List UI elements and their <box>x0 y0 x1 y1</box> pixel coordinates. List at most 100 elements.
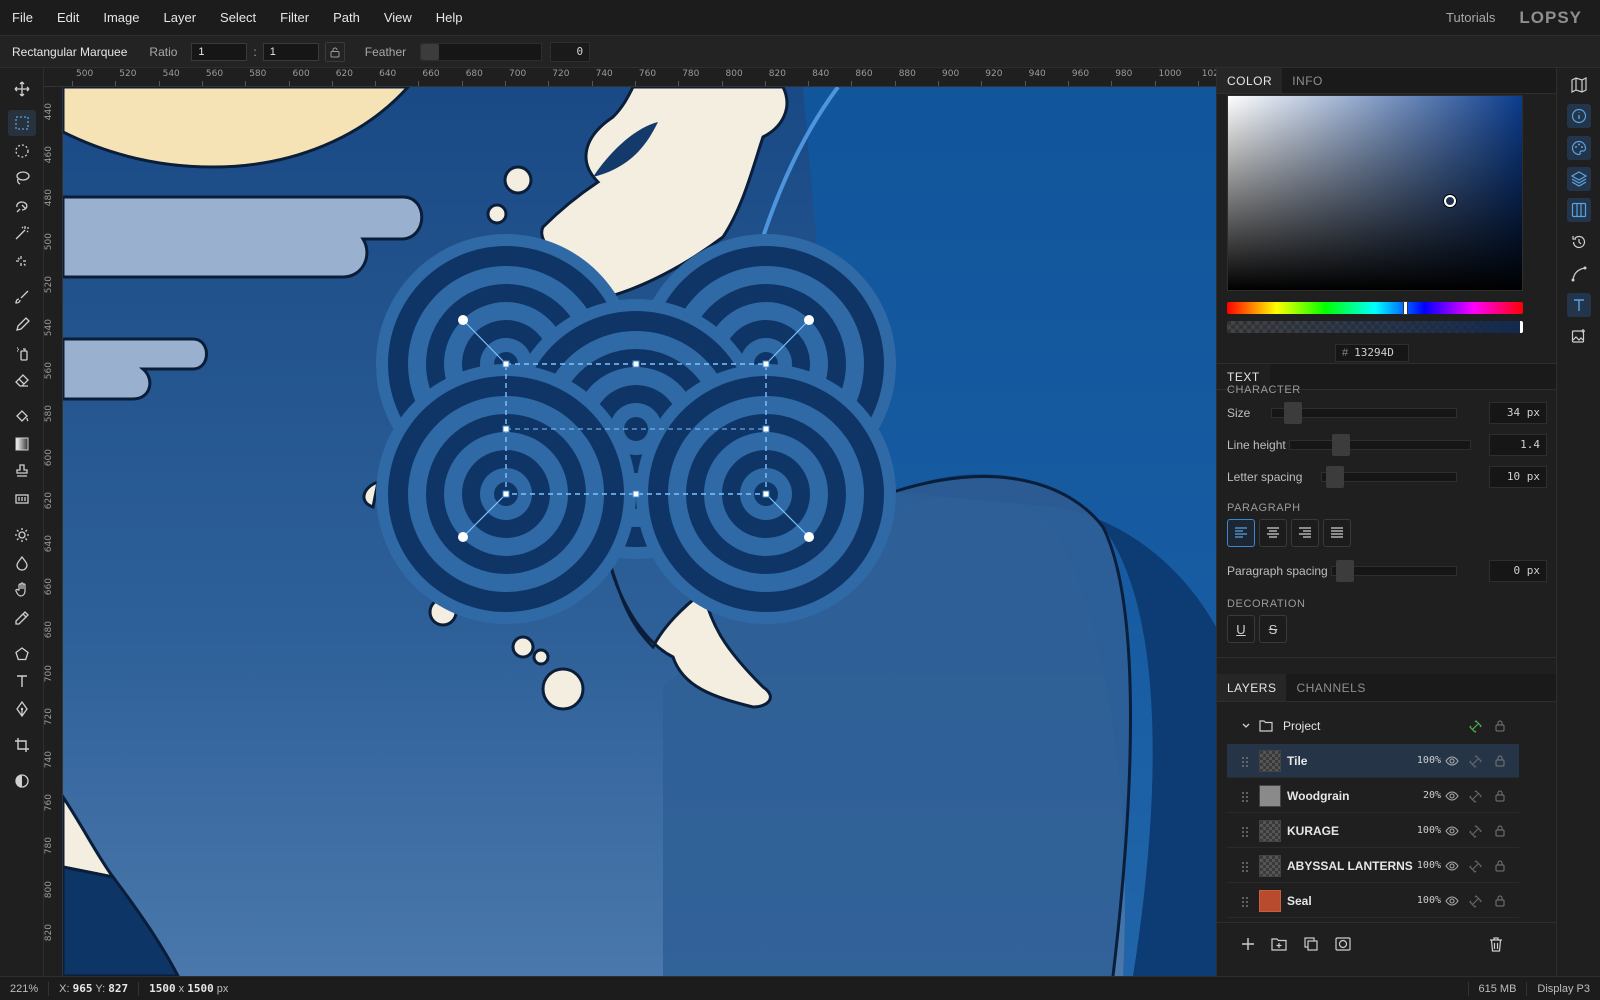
layer-row[interactable]: Seal 100% <box>1227 884 1519 918</box>
rect-marquee-tool[interactable] <box>8 110 36 136</box>
info-panel-button[interactable] <box>1567 104 1591 128</box>
pencil-tool[interactable] <box>8 312 36 338</box>
quick-select-tool[interactable] <box>8 248 36 274</box>
link-icon[interactable] <box>1469 895 1482 908</box>
link-icon[interactable] <box>1469 755 1482 768</box>
gradient-tool[interactable] <box>8 431 36 457</box>
blur-tool[interactable] <box>8 550 36 576</box>
eyedropper-tool[interactable] <box>8 605 36 631</box>
feather-slider-knob[interactable] <box>421 43 440 60</box>
contrast-tool[interactable] <box>8 768 36 794</box>
tab-color[interactable]: COLOR <box>1217 68 1283 93</box>
tab-info[interactable]: INFO <box>1282 68 1333 93</box>
ellipse-marquee-tool[interactable] <box>8 138 36 164</box>
trash-icon[interactable] <box>1489 937 1503 952</box>
bezier-handle-4[interactable] <box>804 532 814 542</box>
new-folder-icon[interactable] <box>1271 937 1287 951</box>
drag-handle-icon[interactable] <box>1241 791 1249 803</box>
magnetic-lasso-tool[interactable] <box>8 193 36 219</box>
handle-ml[interactable] <box>502 425 510 433</box>
layer-row[interactable]: Woodgrain 20% <box>1227 779 1519 813</box>
text-panel-button[interactable] <box>1567 293 1591 317</box>
duplicate-icon[interactable] <box>1304 937 1318 951</box>
alpha-slider-knob[interactable] <box>1520 321 1523 333</box>
menu-help[interactable]: Help <box>424 0 475 36</box>
bezier-handle-2[interactable] <box>804 315 814 325</box>
shape-tool[interactable] <box>8 641 36 667</box>
eye-icon[interactable] <box>1445 895 1459 907</box>
text-tool[interactable] <box>8 668 36 694</box>
handle-bl[interactable] <box>502 490 510 498</box>
link-icon[interactable] <box>1469 825 1482 838</box>
dodge-tool[interactable] <box>8 522 36 548</box>
line-height-slider-knob[interactable] <box>1332 434 1350 456</box>
handle-br[interactable] <box>762 490 770 498</box>
menu-view[interactable]: View <box>372 0 424 36</box>
layer-row[interactable]: ABYSSAL LANTERNS 100% <box>1227 849 1519 883</box>
menu-path[interactable]: Path <box>321 0 372 36</box>
size-slider-knob[interactable] <box>1284 402 1302 424</box>
handle-mr[interactable] <box>762 425 770 433</box>
layer-opacity[interactable]: 100% <box>1411 825 1441 836</box>
lock-icon[interactable] <box>1494 859 1506 872</box>
menu-image[interactable]: Image <box>91 0 151 36</box>
menu-edit[interactable]: Edit <box>45 0 91 36</box>
canvas-viewport[interactable] <box>63 87 1216 976</box>
layer-group-project[interactable]: Project <box>1227 709 1519 743</box>
color-panel-button[interactable] <box>1567 136 1591 160</box>
zoom-level[interactable]: 221% <box>0 981 50 996</box>
layer-opacity[interactable]: 100% <box>1411 860 1441 871</box>
drag-handle-icon[interactable] <box>1241 896 1249 908</box>
line-height-slider[interactable] <box>1289 434 1471 456</box>
line-height-value[interactable]: 1.4 <box>1489 434 1547 456</box>
lasso-tool[interactable] <box>8 165 36 191</box>
image-panel-button[interactable] <box>1567 324 1591 348</box>
size-value[interactable]: 34 px <box>1489 402 1547 424</box>
channels-panel-button[interactable] <box>1567 198 1591 222</box>
handle-tc[interactable] <box>632 360 640 368</box>
layer-row[interactable]: KURAGE 100% <box>1227 814 1519 848</box>
eye-icon[interactable] <box>1445 860 1459 872</box>
vertical-ruler[interactable]: 440 460 480 500 520 540 560 580 600 620 640 660 680 7… <box>44 87 63 976</box>
ratio-width-input[interactable]: 1 <box>191 42 248 61</box>
move-tool[interactable] <box>8 76 36 102</box>
align-center-button[interactable] <box>1259 519 1287 547</box>
drag-handle-icon[interactable] <box>1241 861 1249 873</box>
paragraph-spacing-slider-knob[interactable] <box>1336 560 1354 582</box>
feather-slider[interactable] <box>420 42 543 61</box>
tutorials-link[interactable]: Tutorials <box>1446 10 1495 25</box>
size-slider[interactable] <box>1271 402 1457 424</box>
bezier-handle-1[interactable] <box>458 315 468 325</box>
tab-layers[interactable]: LAYERS <box>1217 674 1287 701</box>
brush-tool[interactable] <box>8 284 36 310</box>
link-icon[interactable] <box>1469 790 1482 803</box>
hue-slider[interactable] <box>1227 301 1523 315</box>
paths-panel-button[interactable] <box>1567 262 1591 286</box>
eraser-tool[interactable] <box>8 367 36 393</box>
eye-icon[interactable] <box>1445 825 1459 837</box>
mask-icon[interactable] <box>1335 937 1351 951</box>
lock-icon[interactable] <box>1494 789 1506 802</box>
link-icon[interactable] <box>1469 860 1482 873</box>
letter-spacing-slider-knob[interactable] <box>1326 466 1344 488</box>
layer-opacity[interactable]: 100% <box>1411 895 1441 906</box>
color-profile[interactable]: Display P3 <box>1527 982 1600 996</box>
ratio-height-input[interactable]: 1 <box>262 42 319 61</box>
plus-icon[interactable] <box>1241 937 1255 951</box>
letter-spacing-slider[interactable] <box>1321 466 1457 488</box>
horizontal-ruler[interactable]: 500 520 540 560 580 600 620 640 660 680 700 720 740 7… <box>44 68 1216 87</box>
alpha-slider[interactable] <box>1227 321 1523 333</box>
layer-opacity[interactable]: 20% <box>1411 790 1441 801</box>
handle-tl[interactable] <box>502 360 510 368</box>
align-left-button[interactable] <box>1227 519 1255 547</box>
lock-icon[interactable] <box>1494 754 1506 767</box>
saturation-value-field[interactable] <box>1227 95 1523 291</box>
layers-panel-button[interactable] <box>1567 167 1591 191</box>
spray-tool[interactable] <box>8 340 36 366</box>
hue-slider-knob[interactable] <box>1403 301 1408 315</box>
paragraph-spacing-value[interactable]: 0 px <box>1489 560 1547 582</box>
chevron-down-icon[interactable] <box>1241 721 1251 731</box>
bucket-tool[interactable] <box>8 403 36 429</box>
menu-select[interactable]: Select <box>208 0 268 36</box>
lock-icon[interactable] <box>1494 824 1506 837</box>
